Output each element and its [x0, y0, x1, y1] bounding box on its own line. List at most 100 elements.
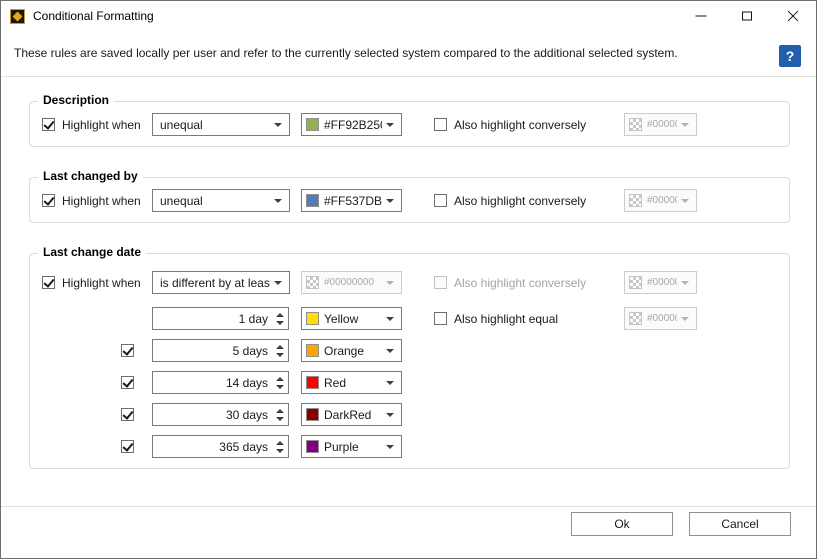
- chevron-down-icon: [386, 349, 394, 353]
- chevron-down-icon: [681, 123, 689, 127]
- spin-down-icon[interactable]: [276, 417, 284, 421]
- chevron-down-icon: [386, 381, 394, 385]
- titlebar: Conditional Formatting: [1, 1, 816, 31]
- operator-select-description[interactable]: unequal: [152, 113, 290, 136]
- threshold-enable-checkbox-5[interactable]: [121, 435, 134, 458]
- transparent-swatch-icon: [629, 194, 642, 207]
- chevron-down-icon: [274, 123, 282, 127]
- highlight-when-checkbox-last-changed-by[interactable]: Highlight when: [42, 189, 141, 212]
- operator-value: unequal: [160, 194, 270, 208]
- also-equal-label: Also highlight equal: [454, 312, 558, 326]
- ok-button[interactable]: Ok: [571, 512, 673, 536]
- last-change-date-row-6: 365 days Purple: [30, 435, 789, 458]
- threshold-enable-checkbox-4[interactable]: [121, 403, 134, 426]
- spinner-buttons: [272, 436, 287, 457]
- threshold-color-select-3[interactable]: Red: [301, 371, 402, 394]
- color-select-description[interactable]: #FF92B250: [301, 113, 402, 136]
- threshold-color-select-2[interactable]: Orange: [301, 339, 402, 362]
- last-change-date-row-1: Highlight when is different by at least …: [30, 271, 789, 294]
- color-name: Orange: [324, 344, 382, 358]
- app-icon: [10, 9, 25, 24]
- threshold-value-input-5[interactable]: 365 days: [152, 435, 289, 458]
- threshold-value: 14 days: [153, 376, 272, 390]
- description-row: Highlight when unequal #FF92B250 Also hi…: [30, 113, 789, 136]
- color-value: #FF92B250: [324, 118, 382, 132]
- footer-separator: [1, 506, 816, 507]
- chevron-down-icon: [681, 317, 689, 321]
- spinner-buttons: [272, 340, 287, 361]
- equal-color-value: #00000000: [647, 313, 677, 324]
- converse-color-value: #00000000: [647, 277, 677, 288]
- threshold-enable-checkbox-2[interactable]: [121, 339, 134, 362]
- header-separator: [1, 76, 816, 77]
- spinner-buttons: [272, 404, 287, 425]
- threshold-value-input-2[interactable]: 5 days: [152, 339, 289, 362]
- color-select-last-changed-by[interactable]: #FF537DB1: [301, 189, 402, 212]
- close-button[interactable]: [770, 1, 816, 31]
- highlight-when-checkbox-last-change-date[interactable]: Highlight when: [42, 271, 141, 294]
- color-name: Purple: [324, 440, 382, 454]
- conditional-formatting-dialog: { "window": { "title": "Conditional Form…: [0, 0, 817, 559]
- checkbox-icon: [434, 194, 447, 207]
- spinner-buttons: [272, 372, 287, 393]
- also-conversely-label: Also highlight conversely: [454, 118, 586, 132]
- threshold-color-select-5[interactable]: Purple: [301, 435, 402, 458]
- checkbox-icon: [42, 194, 55, 207]
- chevron-down-icon: [274, 281, 282, 285]
- threshold-color-select-4[interactable]: DarkRed: [301, 403, 402, 426]
- last-change-date-row-4: 14 days Red: [30, 371, 789, 394]
- spin-up-icon[interactable]: [276, 377, 284, 381]
- chevron-down-icon: [274, 199, 282, 203]
- minimize-button[interactable]: [678, 1, 724, 31]
- color-name: DarkRed: [324, 408, 382, 422]
- maximize-icon: [742, 12, 752, 21]
- highlight-when-checkbox-description[interactable]: Highlight when: [42, 113, 141, 136]
- spin-down-icon[interactable]: [276, 321, 284, 325]
- last-changed-by-row: Highlight when unequal #FF537DB1 Also hi…: [30, 189, 789, 212]
- color-swatch: [306, 408, 319, 421]
- threshold-color-select-1[interactable]: Yellow: [301, 307, 402, 330]
- chevron-down-icon: [386, 123, 394, 127]
- transparent-swatch-icon: [306, 276, 319, 289]
- threshold-value-input-1[interactable]: 1 day: [152, 307, 289, 330]
- operator-select-last-change-date[interactable]: is different by at least: [152, 271, 290, 294]
- chevron-down-icon: [681, 199, 689, 203]
- operator-select-last-changed-by[interactable]: unequal: [152, 189, 290, 212]
- spin-up-icon[interactable]: [276, 441, 284, 445]
- operator-value: unequal: [160, 118, 270, 132]
- spin-down-icon[interactable]: [276, 353, 284, 357]
- spin-down-icon[interactable]: [276, 449, 284, 453]
- converse-color-value: #00000000: [647, 195, 677, 206]
- maximize-button[interactable]: [724, 1, 770, 31]
- threshold-enable-checkbox-3[interactable]: [121, 371, 134, 394]
- spin-up-icon[interactable]: [276, 345, 284, 349]
- spin-up-icon[interactable]: [276, 313, 284, 317]
- checkbox-icon: [121, 408, 134, 421]
- checkbox-icon: [121, 376, 134, 389]
- spin-up-icon[interactable]: [276, 409, 284, 413]
- operator-value: is different by at least: [160, 276, 270, 290]
- equal-color-select: #00000000: [624, 307, 697, 330]
- chevron-down-icon: [386, 317, 394, 321]
- transparent-swatch-icon: [629, 312, 642, 325]
- threshold-value-input-4[interactable]: 30 days: [152, 403, 289, 426]
- also-conversely-checkbox-description[interactable]: Also highlight conversely: [434, 113, 586, 136]
- also-conversely-checkbox-last-changed-by[interactable]: Also highlight conversely: [434, 189, 586, 212]
- threshold-value: 365 days: [153, 440, 272, 454]
- cancel-button[interactable]: Cancel: [689, 512, 791, 536]
- help-button[interactable]: ?: [779, 45, 801, 67]
- last-change-date-row-3: 5 days Orange: [30, 339, 789, 362]
- threshold-value: 5 days: [153, 344, 272, 358]
- spin-down-icon[interactable]: [276, 385, 284, 389]
- chevron-down-icon: [386, 445, 394, 449]
- also-equal-checkbox[interactable]: Also highlight equal: [434, 307, 558, 330]
- checkbox-icon: [121, 344, 134, 357]
- chevron-down-icon: [386, 199, 394, 203]
- threshold-value-input-3[interactable]: 14 days: [152, 371, 289, 394]
- last-change-date-row-5: 30 days DarkRed: [30, 403, 789, 426]
- color-swatch: [306, 118, 319, 131]
- spinner-buttons: [272, 308, 287, 329]
- color-swatch: [306, 376, 319, 389]
- group-last-change-date-title: Last change date: [38, 245, 146, 259]
- chevron-down-icon: [681, 281, 689, 285]
